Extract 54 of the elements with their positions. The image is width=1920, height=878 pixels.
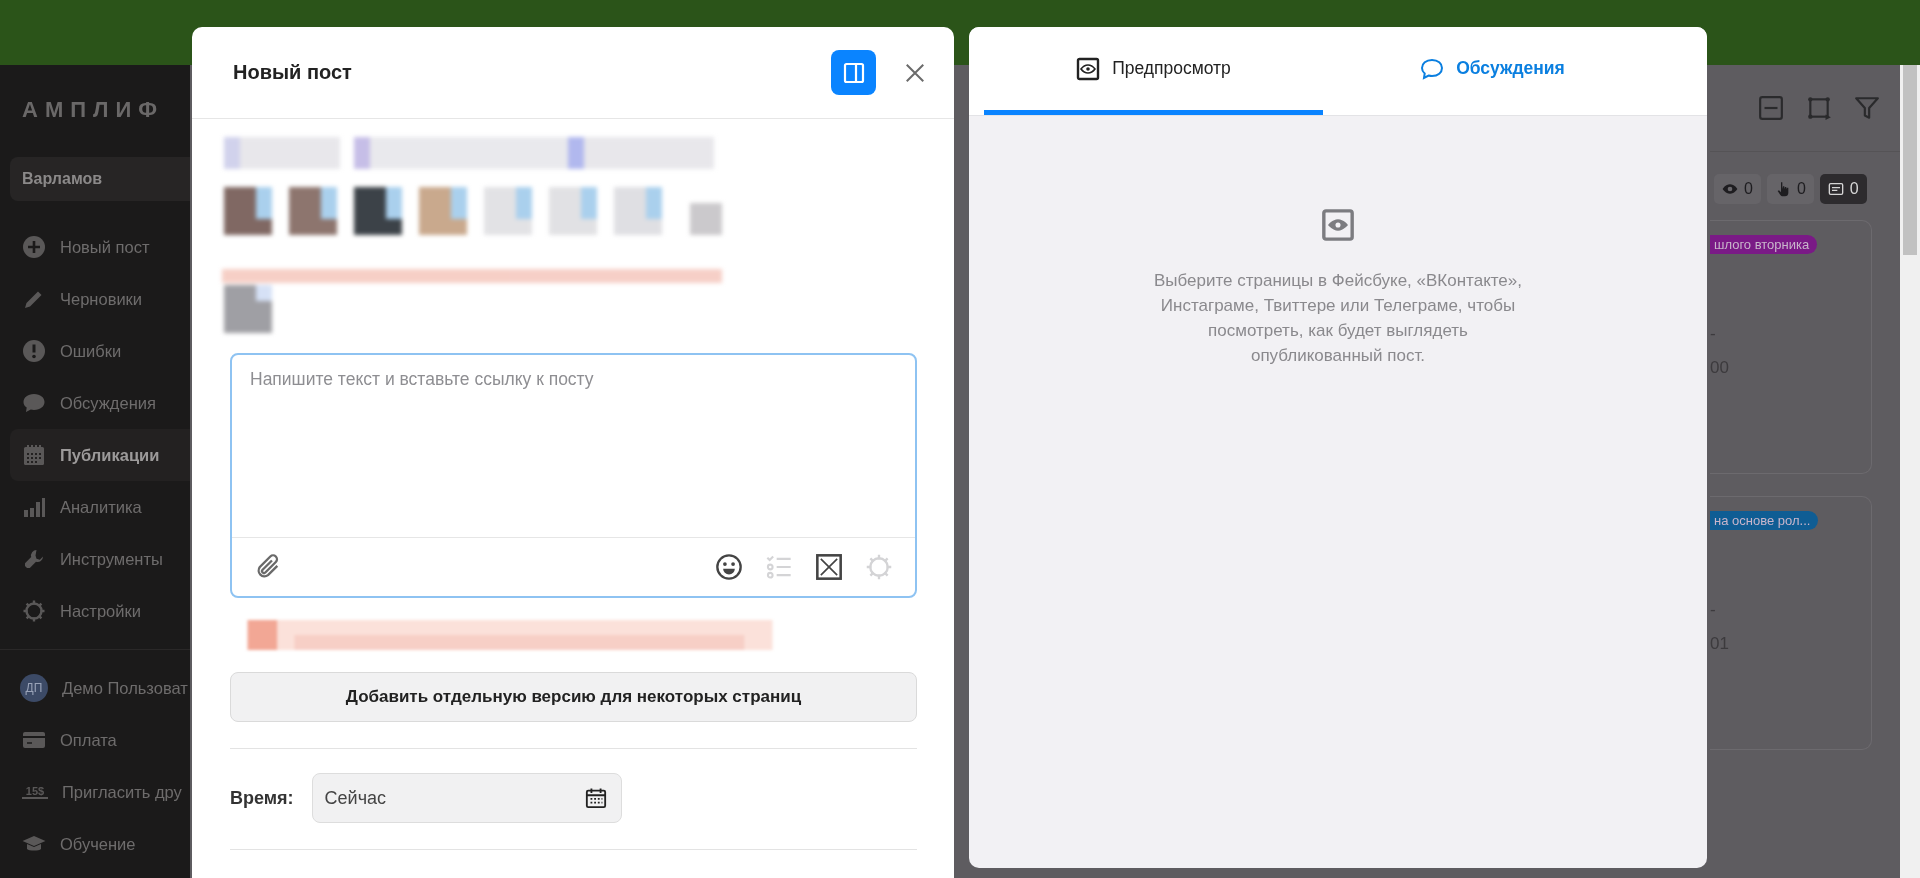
add-version-button[interactable]: Добавить отдельную версию для некоторых страниц [230,672,917,722]
eye-icon [1722,181,1738,197]
sidebar-item[interactable]: Настройки [0,585,190,637]
sidebar-item[interactable]: Новый пост [0,221,190,273]
counter-chip[interactable]: 0 [1714,174,1761,204]
sidebar-item[interactable]: ДП Демо Пользоват [0,662,190,714]
sidebar-item[interactable]: 15$ Пригласить дру [0,766,190,818]
eye-icon [1076,56,1101,81]
tag: шлого вторника [1710,235,1818,254]
card-text: - [1710,600,1716,620]
counter-chip[interactable]: 0 [1819,174,1867,204]
logo: АМПЛИФ [21,97,166,124]
close-icon[interactable] [904,61,926,84]
sidebar-item[interactable]: Обсуждения [0,377,190,429]
account-selector[interactable]: Варламов [10,157,190,201]
empty-preview-message: Выберите страницы в Фейсбуке, «ВКонтакте», Инстаграме, Твиттере или Телеграме, чтобы посмотреть, как будет выглядеть опубликованный пост. [1153,270,1523,367]
calendar-icon [22,443,46,467]
speech-bubble-icon [22,391,46,415]
message-icon [1827,181,1844,197]
settings-icon [22,599,46,623]
filter-icon[interactable] [1854,95,1880,121]
sidebar-item[interactable]: Аналитика [0,481,190,533]
counter-chip[interactable]: 0 [1766,174,1814,204]
crop-frame-icon[interactable] [1806,95,1832,121]
sidebar-item[interactable]: Инструменты [0,533,190,585]
framed-cross-icon[interactable] [815,553,843,581]
tab[interactable]: Предпросмотр [984,27,1323,115]
scrollbar-thumb[interactable] [1903,65,1917,255]
card-text: - [1710,324,1716,344]
eye-icon [1321,208,1355,242]
tag: на основе рол... [1710,511,1819,530]
preview-toggle-button[interactable] [831,50,876,95]
side-panel-icon [841,60,866,85]
sidebar-item[interactable]: Оплата [0,714,190,766]
speech-bubble-icon [1420,56,1445,81]
sidebar-item[interactable]: Публикации [10,429,190,481]
sidebar-item[interactable]: Черновики [0,273,190,325]
minus-square-icon[interactable] [1758,95,1784,121]
exclamation-icon [22,339,46,363]
wrench-icon [22,547,46,571]
price-badge: 15$ [22,785,48,799]
sidebar-item[interactable]: Ошибки [0,325,190,377]
time-label: Время: [230,787,294,809]
dialog-title: Новый пост [233,61,353,84]
bar-chart-icon [22,495,46,519]
post-text-field[interactable]: Напишите текст и вставьте ссылку к посту [230,353,917,598]
smiley-icon[interactable] [715,553,743,581]
time-field[interactable]: Сейчас [311,773,622,823]
plus-circle-icon [22,235,46,259]
calendar-icon[interactable] [584,787,607,809]
sidebar-item[interactable]: Обучение [0,818,190,870]
tab[interactable]: Обсуждения [1323,27,1662,115]
scrollbar[interactable] [1900,65,1920,878]
avatar: ДП [20,674,48,702]
